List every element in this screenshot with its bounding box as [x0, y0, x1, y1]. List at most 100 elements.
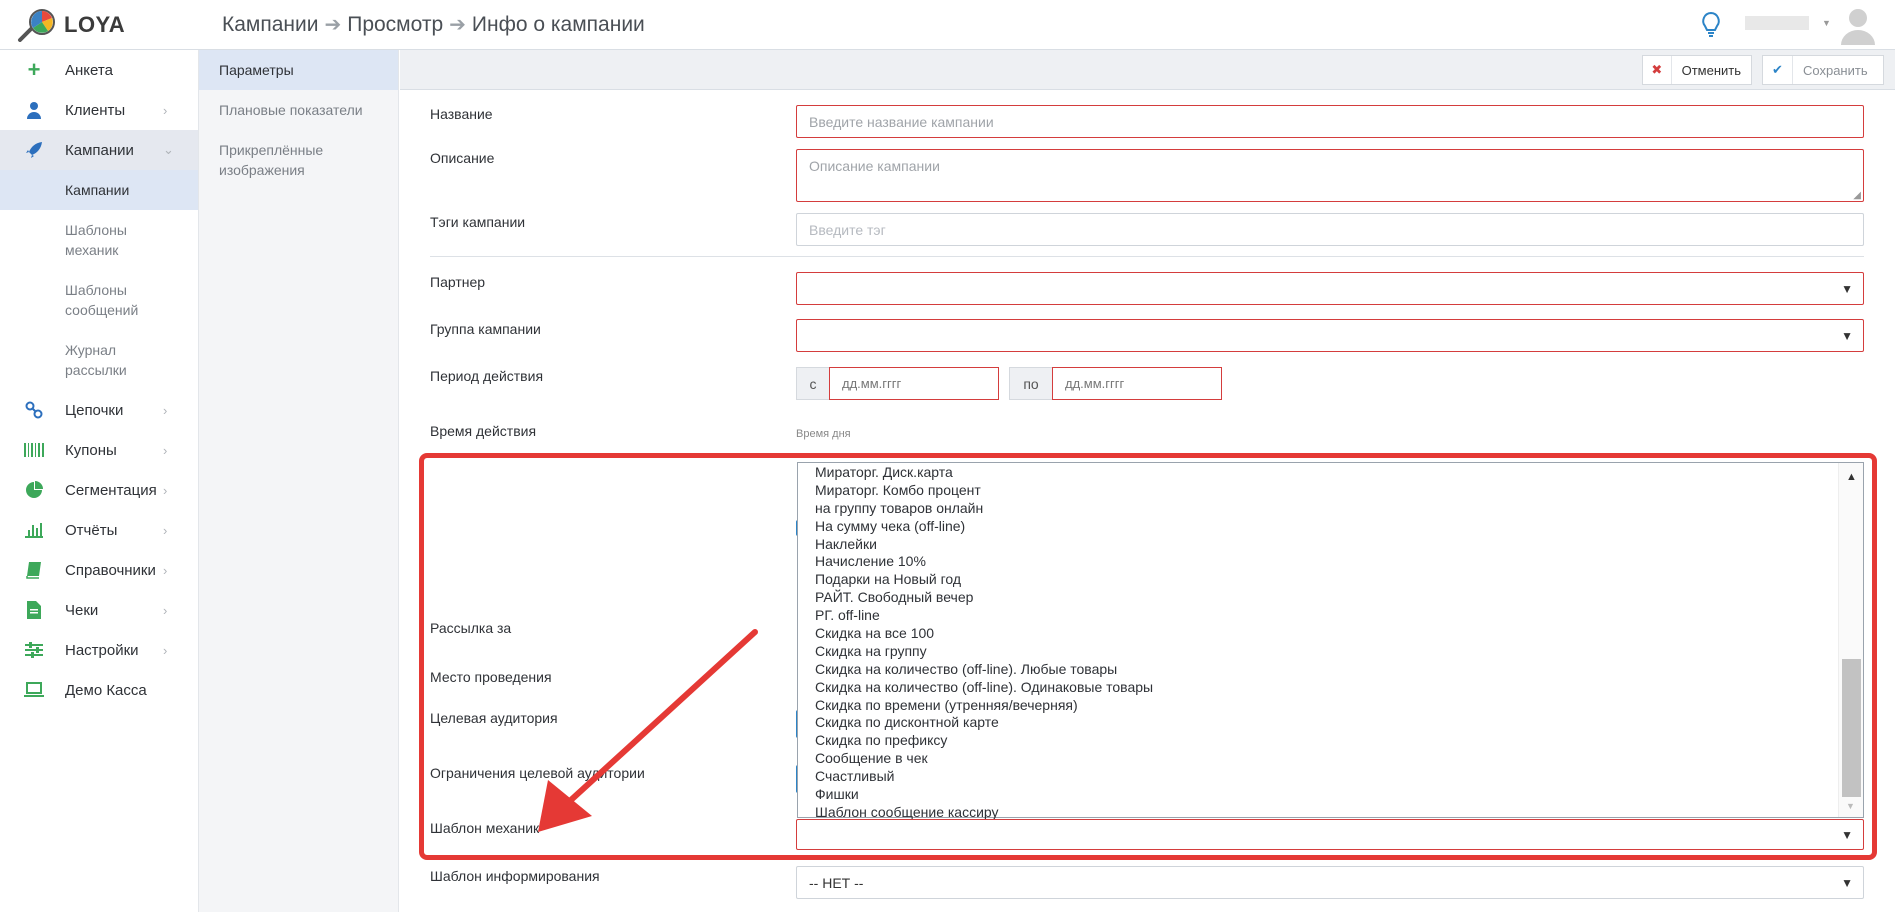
- sidebar-item-campaigns[interactable]: Кампании ⌄: [0, 130, 198, 170]
- option-list: Мираторг. Диск.карта Мираторг. Комбо проц…: [798, 463, 1838, 821]
- chevron-down-icon: ⌄: [163, 142, 174, 157]
- logo-icon: [18, 9, 55, 42]
- sidebar-subitem-mailing-log[interactable]: Журнал рассылки: [0, 330, 140, 390]
- user-name-placeholder[interactable]: [1745, 16, 1809, 30]
- period-to-date[interactable]: дд.мм.гггг: [1052, 367, 1222, 400]
- bar-chart-icon: [24, 520, 44, 540]
- mechanic-template-label: Шаблон механик: [430, 820, 540, 836]
- breadcrumb-item[interactable]: Просмотр: [347, 13, 443, 37]
- dropdown-option[interactable]: Скидка на количество (off-line). Одинако…: [798, 678, 1838, 696]
- sidebar-item-label: Сегментация: [65, 481, 157, 499]
- tags-placeholder: Введите тэг: [809, 221, 886, 238]
- scrollbar[interactable]: ▲ ▼: [1838, 463, 1863, 817]
- dropdown-option[interactable]: Мираторг. Комбо процент: [798, 481, 1838, 499]
- arrow-right-icon: ➔: [324, 14, 342, 36]
- dropdown-option[interactable]: Скидка на все 100: [798, 624, 1838, 642]
- book-icon: [24, 560, 44, 580]
- sidebar-item-segmentation[interactable]: Сегментация ›: [0, 470, 198, 510]
- tab-attached-images[interactable]: Прикреплённые изображения: [199, 130, 349, 180]
- cancel-button[interactable]: ✖ Отменить: [1642, 55, 1752, 85]
- caret-down-icon[interactable]: ▼: [1846, 801, 1855, 811]
- plus-icon: +: [27, 57, 41, 82]
- dropdown-option[interactable]: Скидка по префиксу: [798, 731, 1838, 749]
- app-name: LOYA: [64, 12, 126, 37]
- chevron-right-icon: ›: [163, 102, 168, 118]
- partner-label: Партнер: [430, 274, 486, 290]
- notify-template-label: Шаблон информирования: [430, 868, 600, 884]
- sidebar-subitem-label: Шаблоны механик: [65, 222, 127, 258]
- tags-input[interactable]: Введите тэг: [796, 213, 1864, 246]
- sidebar: + Анкета Клиенты › Кампании ⌄ Кампании Ш…: [0, 50, 199, 912]
- sidebar-item-settings[interactable]: Настройки ›: [0, 630, 198, 670]
- mechanic-template-select[interactable]: ▼: [796, 819, 1864, 850]
- breadcrumb-item: Инфо о кампании: [471, 12, 645, 36]
- dropdown-option[interactable]: Скидка на количество (off-line). Любые т…: [798, 660, 1838, 678]
- save-button[interactable]: ✔ Сохранить: [1762, 55, 1884, 85]
- dropdown-option[interactable]: РАЙТ. Свободный вечер: [798, 588, 1838, 606]
- dropdown-option[interactable]: Наклейки: [798, 535, 1838, 553]
- logo[interactable]: LOYA: [16, 8, 125, 42]
- campaign-group-select[interactable]: ▼: [796, 319, 1864, 352]
- chevron-right-icon: ›: [163, 482, 168, 498]
- date-placeholder: дд.мм.гггг: [1065, 376, 1125, 391]
- sidebar-item-label: Цепочки: [65, 401, 124, 419]
- chevron-right-icon: ›: [163, 562, 168, 578]
- chevron-right-icon: ›: [163, 642, 168, 658]
- sidebar-item-coupons[interactable]: Купоны ›: [0, 430, 198, 470]
- dropdown-option[interactable]: Скидка по дисконтной карте: [798, 713, 1838, 731]
- sidebar-item-label: Демо Касса: [65, 681, 147, 699]
- top-bar: LOYA Кампании ➔ Просмотр ➔ Инфо о кампан…: [0, 0, 1895, 50]
- sidebar-item-reports[interactable]: Отчёты ›: [0, 510, 198, 550]
- time-hint: Время дня: [796, 428, 851, 440]
- dropdown-option[interactable]: Фишки: [798, 785, 1838, 803]
- sidebar-item-demo-cashdesk[interactable]: Демо Касса: [0, 670, 198, 710]
- caret-up-icon[interactable]: ▲: [1846, 471, 1857, 483]
- tab-parameters[interactable]: Параметры: [199, 50, 398, 90]
- dropdown-option[interactable]: На сумму чека (off-line): [798, 517, 1838, 535]
- name-input[interactable]: Введите название кампании: [796, 105, 1864, 138]
- description-textarea[interactable]: Описание кампании ◢: [796, 149, 1864, 202]
- tab-plan-indicators[interactable]: Плановые показатели: [199, 90, 398, 130]
- sidebar-item-receipts[interactable]: Чеки ›: [0, 590, 198, 630]
- dropdown-option[interactable]: Скидка по времени (утренняя/вечерняя): [798, 696, 1838, 714]
- description-placeholder: Описание кампании: [809, 158, 940, 174]
- chevron-right-icon: ›: [163, 402, 168, 418]
- sidebar-item-chains[interactable]: Цепочки ›: [0, 390, 198, 430]
- sidebar-subitem-mechanic-templates[interactable]: Шаблоны механик: [0, 210, 140, 270]
- dropdown-option[interactable]: Скидка на группу: [798, 642, 1838, 660]
- sidebar-item-label: Настройки: [65, 641, 139, 659]
- period-from-date[interactable]: дд.мм.гггг: [829, 367, 999, 400]
- mailing-label: Рассылка за: [430, 620, 512, 636]
- date-placeholder: дд.мм.гггг: [842, 376, 902, 391]
- breadcrumb-item[interactable]: Кампании: [222, 13, 318, 37]
- dropdown-option[interactable]: РГ. off-line: [798, 606, 1838, 624]
- dropdown-option[interactable]: Сообщение в чек: [798, 749, 1838, 767]
- barcode-icon: [24, 440, 44, 460]
- period-label: Период действия: [430, 368, 544, 384]
- avatar[interactable]: [1838, 5, 1878, 45]
- dropdown-option[interactable]: Начисление 10%: [798, 552, 1838, 570]
- chevron-down-icon[interactable]: ▼: [1822, 18, 1831, 28]
- caret-down-icon: ▼: [1841, 828, 1853, 842]
- mechanic-template-dropdown-list[interactable]: Мираторг. Диск.карта Мираторг. Комбо проц…: [797, 462, 1864, 821]
- scrollbar-thumb[interactable]: [1842, 659, 1861, 797]
- sidebar-item-clients[interactable]: Клиенты ›: [0, 90, 198, 130]
- dropdown-option[interactable]: на группу товаров онлайн: [798, 499, 1838, 517]
- place-label: Место проведения: [430, 669, 552, 685]
- dropdown-option[interactable]: Счастливый: [798, 767, 1838, 785]
- sidebar-subitem-message-templates[interactable]: Шаблоны сообщений: [0, 270, 140, 330]
- resize-handle-icon[interactable]: ◢: [1853, 190, 1861, 201]
- divider: [430, 256, 1864, 257]
- sidebar-item-label: Отчёты: [65, 521, 118, 539]
- sidebar-subitem-campaigns[interactable]: Кампании: [0, 170, 198, 210]
- caret-down-icon: ▼: [1841, 282, 1853, 296]
- lightbulb-icon[interactable]: [1700, 11, 1722, 39]
- action-toolbar: ✖ Отменить ✔ Сохранить: [400, 50, 1895, 90]
- sidebar-item-anketa[interactable]: + Анкета: [0, 50, 198, 90]
- partner-select[interactable]: ▼: [796, 272, 1864, 305]
- name-placeholder: Введите название кампании: [809, 113, 994, 130]
- notify-template-select[interactable]: -- НЕТ -- ▼: [796, 866, 1864, 899]
- sidebar-item-directories[interactable]: Справочники ›: [0, 550, 198, 590]
- dropdown-option[interactable]: Мираторг. Диск.карта: [798, 463, 1838, 481]
- dropdown-option[interactable]: Подарки на Новый год: [798, 570, 1838, 588]
